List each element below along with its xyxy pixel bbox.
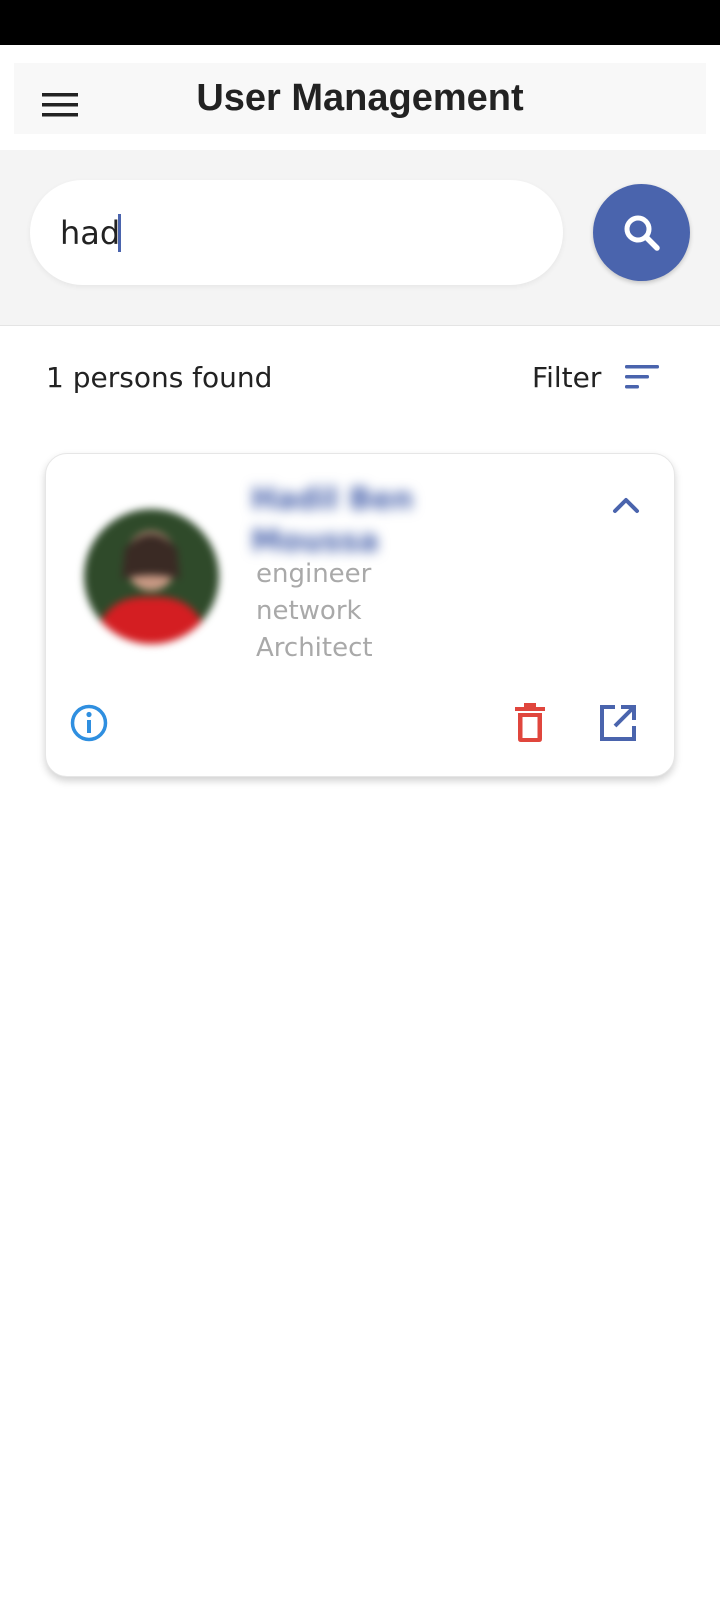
person-role: engineer network Architect [256,556,506,667]
avatar [84,509,219,644]
app-bar [14,63,706,134]
search-icon [624,215,660,251]
results-count: 1 persons found [46,360,273,394]
filter-button[interactable]: Filter [532,352,682,402]
person-card[interactable]: Hadil Ben Moussa engineer network Archit… [45,453,675,777]
collapse-button[interactable] [601,480,651,530]
search-button[interactable] [593,184,690,281]
role-line: Architect [256,633,373,663]
sort-lines-icon [625,365,660,389]
search-field-container[interactable] [30,180,563,285]
filter-label: Filter [532,360,602,394]
role-line: engineer [256,559,372,589]
open-external-icon [600,705,636,741]
open-button[interactable] [593,698,643,748]
role-line: network [256,596,362,626]
search-input[interactable] [60,180,563,285]
delete-button[interactable] [505,698,555,748]
info-button[interactable] [64,698,114,748]
text-cursor [118,214,121,252]
trash-icon [515,703,545,742]
hamburger-menu-icon [42,93,78,117]
status-bar [0,0,720,45]
info-icon [70,704,108,742]
chevron-up-icon [613,498,639,513]
person-name: Hadil Ben Moussa [251,482,414,559]
menu-button[interactable] [28,77,92,133]
